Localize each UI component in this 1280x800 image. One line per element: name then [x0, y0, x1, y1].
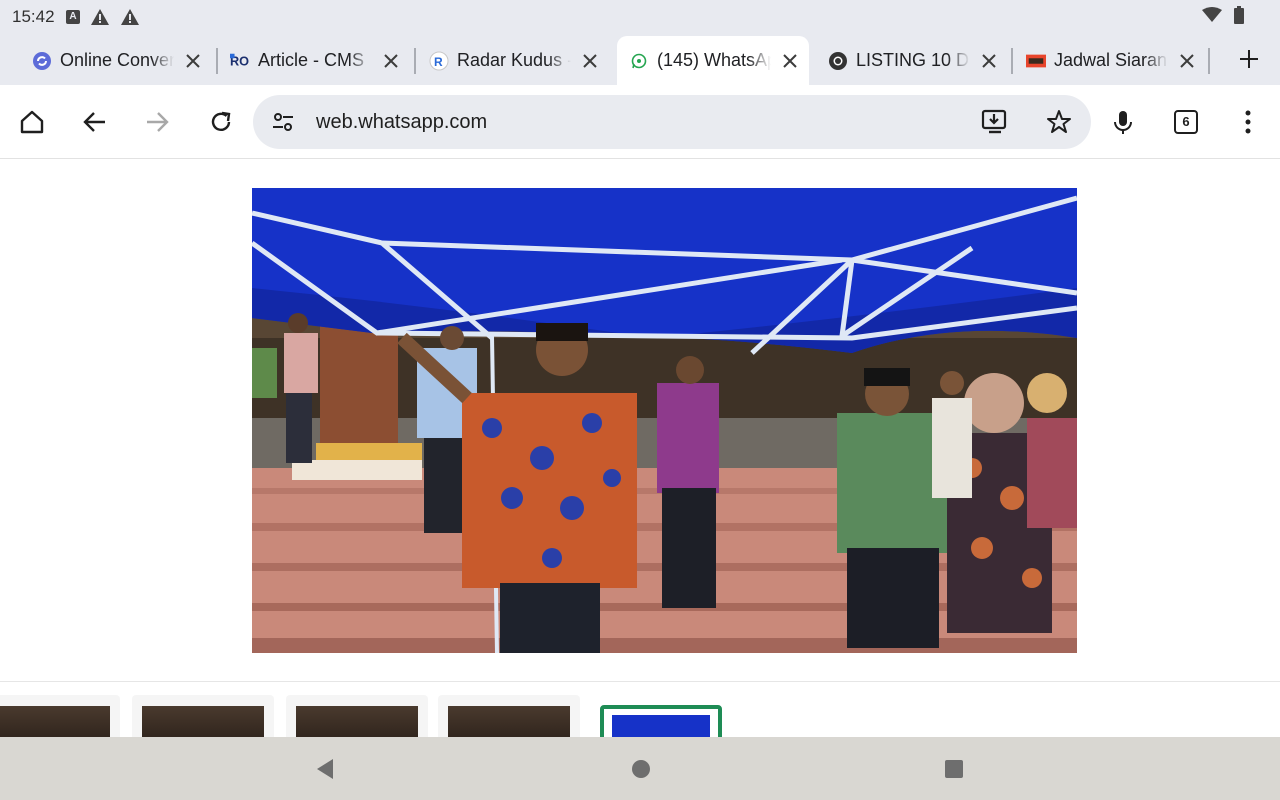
system-recents-button[interactable]: [942, 757, 966, 781]
menu-button[interactable]: [1230, 104, 1266, 140]
tab-strip: Online Conver RO Article - CMS R Radar K…: [0, 34, 1280, 85]
site-settings-icon[interactable]: [271, 110, 295, 134]
close-icon[interactable]: [380, 50, 402, 72]
status-time: 15:42: [12, 7, 55, 26]
square-recents-icon: [945, 760, 963, 778]
status-bar: 15:42 A: [0, 0, 1280, 34]
system-navigation-bar: [0, 737, 1280, 800]
main-image[interactable]: [252, 188, 1077, 653]
bookmark-star-icon[interactable]: [1045, 108, 1073, 136]
close-icon[interactable]: [978, 50, 1000, 72]
thumbnail-image: [612, 715, 710, 737]
radar-kudus-icon: R: [429, 51, 449, 71]
warning-icon: [121, 9, 139, 25]
tab-online-converter[interactable]: Online Conver: [20, 36, 216, 85]
tab-article-cms[interactable]: RO Article - CMS: [218, 36, 414, 85]
home-icon: [20, 110, 44, 134]
tab-count-badge: 6: [1174, 110, 1198, 134]
close-icon[interactable]: [579, 50, 601, 72]
wifi-icon: [1202, 7, 1222, 22]
triangle-back-icon: [317, 759, 333, 779]
system-back-button[interactable]: [313, 757, 337, 781]
battery-icon: [1234, 6, 1244, 24]
close-icon[interactable]: [779, 50, 801, 72]
divider: [0, 681, 1280, 682]
ro-logo-icon: RO: [230, 51, 250, 71]
thumbnail-strip: [0, 695, 1280, 737]
tab-listing[interactable]: LISTING 10 DE: [816, 36, 1012, 85]
status-system-icons: [1202, 6, 1244, 24]
more-vert-icon: [1245, 110, 1251, 134]
tab-title: Radar Kudus -: [457, 50, 571, 70]
chrome-icon: [828, 51, 848, 71]
close-icon[interactable]: [1176, 50, 1198, 72]
tv-logo-icon: [1026, 51, 1046, 71]
tab-switcher-button[interactable]: 6: [1168, 104, 1204, 140]
thumbnail[interactable]: [132, 695, 274, 737]
reload-icon: [211, 111, 231, 131]
thumbnail[interactable]: [0, 695, 120, 737]
back-button[interactable]: [77, 104, 113, 140]
arrow-right-icon: [147, 112, 169, 132]
thumbnail-selected[interactable]: [600, 705, 722, 737]
home-button[interactable]: [14, 104, 50, 140]
warning-icon: [91, 9, 109, 25]
notification-a-icon: A: [66, 10, 80, 24]
reload-button[interactable]: [203, 104, 239, 140]
close-icon[interactable]: [182, 50, 204, 72]
photo-people-under-tent: [252, 188, 1077, 653]
browser-toolbar: web.whatsapp.com 6: [0, 85, 1280, 159]
tab-radar-kudus[interactable]: R Radar Kudus -: [417, 36, 613, 85]
circle-home-icon: [632, 760, 650, 778]
voice-search-button[interactable]: [1105, 104, 1141, 140]
tab-separator: [1011, 48, 1013, 74]
plus-icon: [1240, 50, 1258, 68]
forward-button[interactable]: [139, 104, 175, 140]
tab-title: Online Conver: [60, 50, 174, 70]
new-tab-button[interactable]: [1236, 46, 1262, 72]
install-app-icon[interactable]: [981, 108, 1009, 136]
thumbnail-image: [448, 706, 570, 737]
url-text[interactable]: web.whatsapp.com: [316, 111, 487, 134]
microphone-icon: [1114, 111, 1132, 134]
media-viewer: [0, 160, 1280, 737]
arrow-left-icon: [83, 112, 105, 132]
tab-whatsapp[interactable]: (145) WhatsAp: [617, 36, 809, 85]
tab-separator: [1208, 48, 1210, 74]
thumbnail-image: [296, 706, 418, 737]
tab-separator: [414, 48, 416, 74]
thumbnail[interactable]: [438, 695, 580, 737]
tab-jadwal-siaran[interactable]: Jadwal Siaran: [1014, 36, 1210, 85]
system-home-button[interactable]: [629, 757, 653, 781]
tab-title: Article - CMS: [258, 50, 365, 70]
address-bar[interactable]: web.whatsapp.com: [253, 95, 1091, 149]
status-notification-icons: A: [66, 8, 140, 26]
tab-title: Jadwal Siaran: [1054, 50, 1168, 70]
thumbnail[interactable]: [286, 695, 428, 737]
thumbnail-image: [142, 706, 264, 737]
svg-text:R: R: [434, 55, 443, 69]
circle-arrows-icon: [32, 51, 52, 71]
tab-title: LISTING 10 DE: [856, 50, 970, 70]
whatsapp-icon: [629, 51, 649, 71]
thumbnail-image: [0, 706, 110, 737]
tab-title: (145) WhatsAp: [657, 50, 771, 70]
